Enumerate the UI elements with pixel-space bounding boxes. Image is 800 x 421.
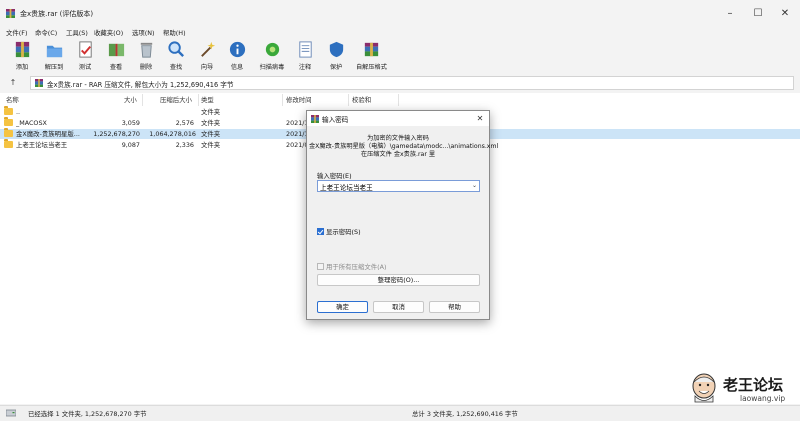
wizard-icon — [200, 41, 215, 57]
dialog-info-archive: 在压缩文件 金x贵族.rar 里 — [360, 151, 436, 158]
sfx-button[interactable]: 自解压格式 — [356, 40, 387, 72]
extract-to-icon — [46, 45, 62, 58]
folder-icon — [4, 117, 13, 126]
cancel-button[interactable]: 取消 — [373, 301, 424, 313]
address-text: 金x贵族.rar - RAR 压缩文件, 解包大小为 1,252,690,416… — [47, 81, 234, 89]
password-input[interactable]: 上老王论坛当老王 ⌄ — [317, 180, 480, 192]
virus-scan-icon — [265, 42, 279, 57]
dialog-close-button[interactable]: ✕ — [473, 112, 487, 125]
comment-button[interactable]: 注释 — [290, 40, 320, 72]
password-dialog: 输入密码 ✕ 为加密的文件输入密码 金X魔改-贵族明星版（电脑）\gamedat… — [306, 110, 498, 320]
add-archive-icon — [15, 41, 29, 58]
menu-tools[interactable]: 工具(S) — [66, 28, 88, 37]
password-value: 上老王论坛当老王 — [320, 184, 373, 192]
watermark: 老王论坛 laowang.vip — [690, 372, 800, 412]
column-separator — [142, 94, 143, 106]
title-bar: 金x贵族.rar (评估版本) – ☐ ✕ — [0, 0, 800, 26]
folder-icon — [4, 128, 13, 137]
column-separator — [198, 94, 199, 106]
toolbar: 添加 解压到 测试 查看 删除 查找 向导 信息 扫描病毒 注释 保护 自解压格… — [0, 38, 800, 74]
winrar-app-icon — [311, 115, 319, 123]
watermark-title: 老王论坛 — [723, 376, 784, 394]
organize-passwords-button[interactable]: 整理密码(O)... — [317, 274, 480, 286]
wizard-button[interactable]: 向导 — [192, 40, 222, 72]
column-header-size[interactable]: 大小 — [124, 93, 137, 107]
sfx-icon — [364, 42, 378, 57]
comment-icon — [298, 41, 312, 58]
old-man-logo-icon — [692, 373, 716, 403]
protect-icon — [329, 41, 343, 58]
view-button[interactable]: 查看 — [101, 40, 131, 72]
show-password-label[interactable]: 显示密码(S) — [326, 227, 361, 236]
view-icon — [108, 43, 124, 57]
test-button[interactable]: 测试 — [70, 40, 100, 72]
column-header-type[interactable]: 类型 — [201, 93, 214, 107]
column-separator — [348, 94, 349, 106]
column-separator — [282, 94, 283, 106]
column-separator — [398, 94, 399, 106]
ok-button[interactable]: 确定 — [317, 301, 368, 313]
status-bar: 已经选择 1 文件夹, 1,252,678,270 字节 总计 3 文件夹, 1… — [0, 405, 800, 421]
watermark-url: laowang.vip — [740, 394, 786, 403]
column-header-packed[interactable]: 压缩后大小 — [160, 93, 192, 107]
address-bar: ↑ 金x贵族.rar - RAR 压缩文件, 解包大小为 1,252,690,4… — [0, 75, 800, 91]
status-selection-text: 已经选择 1 文件夹, 1,252,678,270 字节 — [28, 410, 147, 418]
add-button[interactable]: 添加 — [7, 40, 37, 72]
menu-bar: 文件(F) 命令(C) 工具(S) 收藏夹(O) 选项(N) 帮助(H) — [0, 26, 800, 38]
status-total-text: 总计 3 文件夹, 1,252,690,416 字节 — [412, 410, 518, 418]
menu-file[interactable]: 文件(F) — [6, 28, 27, 37]
protect-button[interactable]: 保护 — [321, 40, 351, 72]
find-button[interactable]: 查找 — [161, 40, 191, 72]
drive-icon — [6, 409, 16, 417]
use-for-all-label[interactable]: 用于所有压缩文件(A) — [326, 262, 386, 271]
archive-icon — [35, 79, 43, 87]
column-header-crc[interactable]: 校验和 — [352, 93, 371, 107]
menu-options[interactable]: 选项(N) — [132, 28, 155, 37]
info-icon — [229, 41, 245, 58]
column-header-name[interactable]: 名称 — [6, 93, 19, 107]
winrar-window: 金x贵族.rar (评估版本) – ☐ ✕ 文件(F) 命令(C) 工具(S) … — [0, 0, 800, 421]
maximize-button[interactable]: ☐ — [746, 6, 770, 22]
use-for-all-checkbox[interactable] — [317, 263, 324, 270]
chevron-down-icon[interactable]: ⌄ — [472, 182, 477, 189]
show-password-checkbox[interactable] — [317, 228, 324, 235]
folder-icon — [4, 139, 13, 148]
minimize-button[interactable]: – — [718, 6, 742, 22]
virus-scan-button[interactable]: 扫描病毒 — [257, 40, 287, 72]
find-icon — [167, 41, 184, 57]
dialog-title-bar: 输入密码 ✕ — [307, 111, 489, 126]
up-arrow-icon[interactable]: ↑ — [6, 77, 20, 89]
column-header-modified[interactable]: 修改时间 — [286, 93, 312, 107]
window-title: 金x贵族.rar (评估版本) — [20, 10, 94, 18]
delete-button[interactable]: 删除 — [131, 40, 161, 72]
delete-icon — [140, 42, 152, 58]
close-button[interactable]: ✕ — [773, 6, 797, 22]
menu-commands[interactable]: 命令(C) — [35, 28, 57, 37]
test-icon — [78, 41, 92, 58]
menu-help[interactable]: 帮助(H) — [163, 28, 186, 37]
address-field[interactable]: 金x贵族.rar - RAR 压缩文件, 解包大小为 1,252,690,416… — [30, 76, 794, 90]
dialog-title: 输入密码 — [322, 116, 349, 124]
winrar-app-icon — [6, 9, 15, 18]
menu-favorites[interactable]: 收藏夹(O) — [94, 28, 123, 37]
help-button[interactable]: 帮助 — [429, 301, 480, 313]
extract-to-button[interactable]: 解压到 — [39, 40, 69, 72]
folder-icon — [4, 106, 13, 115]
password-label: 输入密码(E) — [317, 172, 352, 180]
info-button[interactable]: 信息 — [222, 40, 252, 72]
